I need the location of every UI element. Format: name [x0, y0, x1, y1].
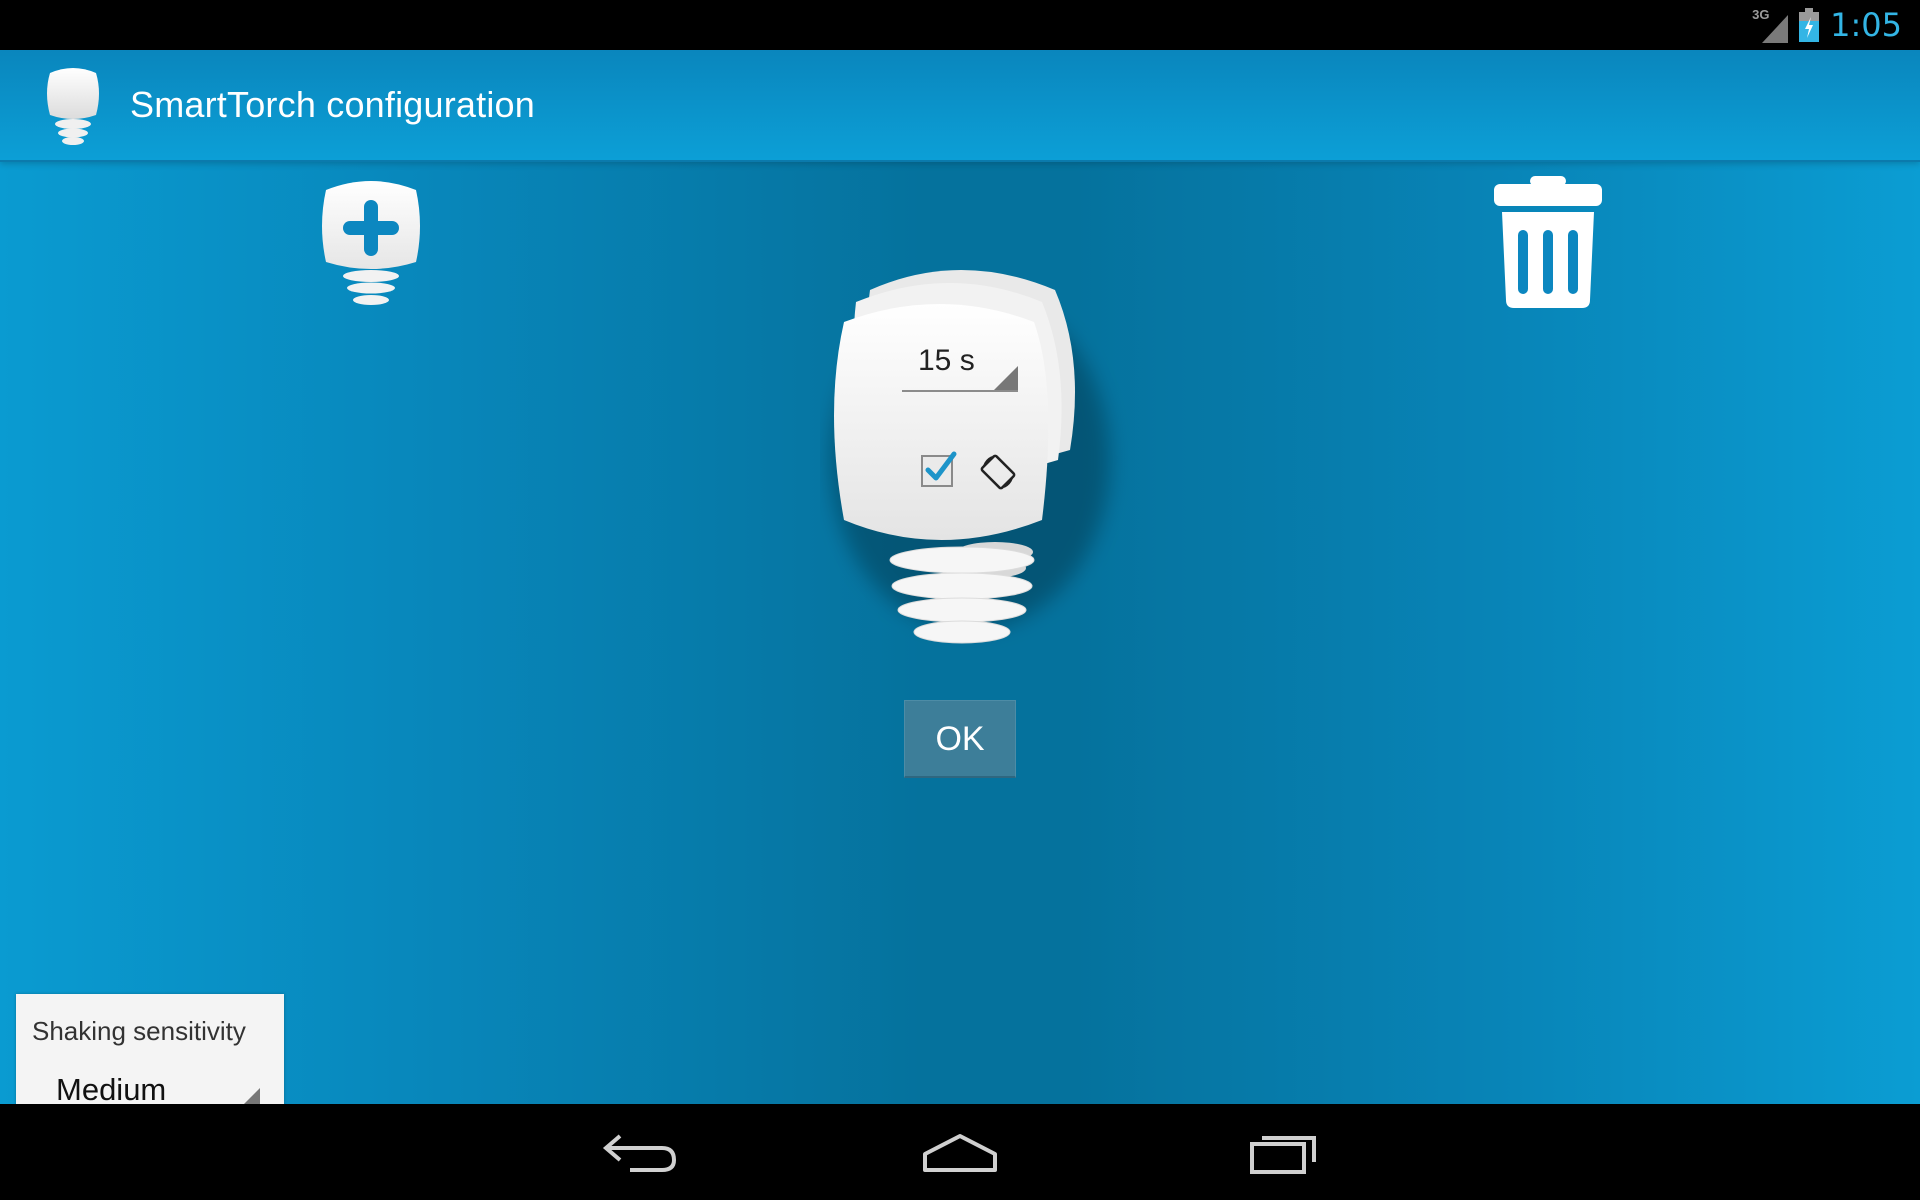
add-torch-icon[interactable]	[318, 176, 424, 308]
shake-enabled-checkbox[interactable]	[920, 450, 958, 488]
back-icon[interactable]	[590, 1122, 680, 1182]
status-icons: 3G 1:05	[1750, 0, 1902, 50]
home-icon[interactable]	[915, 1122, 1005, 1182]
page-title: SmartTorch configuration	[130, 84, 535, 125]
torch-bulb-icon[interactable]	[40, 63, 106, 147]
battery-charging-icon	[1799, 8, 1820, 42]
status-bar: 3G 1:05	[0, 0, 1920, 50]
timeout-value: 15 s	[918, 344, 975, 377]
timeout-dropdown[interactable]: 15 s	[902, 340, 1018, 392]
action-bar: SmartTorch configuration	[0, 50, 1920, 162]
sensitivity-value: Medium	[56, 1072, 167, 1107]
ok-button[interactable]: OK	[904, 700, 1016, 778]
recent-apps-icon[interactable]	[1240, 1122, 1330, 1182]
clock: 1:05	[1830, 6, 1902, 44]
app-area: SmartTorch configuration 15 s OK Shaking…	[0, 50, 1920, 1137]
navigation-bar	[0, 1104, 1920, 1200]
signal-icon: 3G	[1750, 7, 1789, 43]
dropdown-arrow-icon	[994, 366, 1018, 390]
torch-config-card	[820, 260, 1130, 650]
trash-icon[interactable]	[1490, 176, 1606, 308]
sensitivity-label: Shaking sensitivity	[32, 1016, 246, 1046]
screen-rotation-icon	[980, 454, 1016, 490]
dropdown-underline	[902, 390, 1018, 392]
torch-bulb-graphic	[830, 270, 1110, 644]
